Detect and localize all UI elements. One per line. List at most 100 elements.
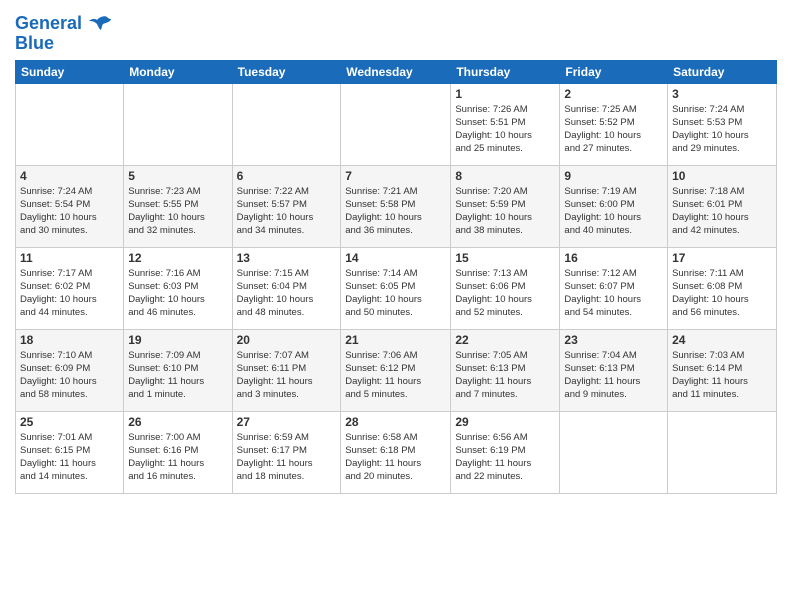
calendar-cell: 9Sunrise: 7:19 AM Sunset: 6:00 PM Daylig… bbox=[560, 165, 668, 247]
calendar-week-row: 11Sunrise: 7:17 AM Sunset: 6:02 PM Dayli… bbox=[16, 247, 777, 329]
day-number: 24 bbox=[672, 333, 772, 347]
logo: General Blue bbox=[15, 14, 111, 54]
calendar-cell: 2 Sunrise: 7:25 AM Sunset: 5:52 PM Daylig… bbox=[560, 83, 668, 165]
calendar-cell bbox=[341, 83, 451, 165]
day-number: 5 bbox=[128, 169, 227, 183]
calendar-cell bbox=[668, 411, 777, 493]
calendar-cell bbox=[560, 411, 668, 493]
day-info: Sunrise: 7:14 AM Sunset: 6:05 PM Dayligh… bbox=[345, 267, 446, 320]
day-info: Sunrise: 7:24 AM Sunset: 5:54 PM Dayligh… bbox=[20, 185, 119, 238]
day-number: 19 bbox=[128, 333, 227, 347]
day-info: Sunrise: 7:25 AM Sunset: 5:52 PM Dayligh… bbox=[564, 103, 663, 156]
calendar-week-row: 25 Sunrise: 7:01 AM Sunset: 6:15 PM Dayli… bbox=[16, 411, 777, 493]
weekday-header: Tuesday bbox=[232, 60, 341, 83]
day-number: 4 bbox=[20, 169, 119, 183]
calendar-week-row: 1 Sunrise: 7:26 AM Sunset: 5:51 PM Daylig… bbox=[16, 83, 777, 165]
calendar-cell: 20 Sunrise: 7:07 AM Sunset: 6:11 PM Dayli… bbox=[232, 329, 341, 411]
weekday-header: Friday bbox=[560, 60, 668, 83]
day-number: 17 bbox=[672, 251, 772, 265]
calendar-cell: 24Sunrise: 7:03 AM Sunset: 6:14 PM Dayli… bbox=[668, 329, 777, 411]
day-info: Sunrise: 7:10 AM Sunset: 6:09 PM Dayligh… bbox=[20, 349, 119, 402]
day-info: Sunrise: 7:01 AM Sunset: 6:15 PM Dayligh… bbox=[20, 431, 119, 484]
calendar-cell: 21 Sunrise: 7:06 AM Sunset: 6:12 PM Dayli… bbox=[341, 329, 451, 411]
calendar-cell: 23 Sunrise: 7:04 AM Sunset: 6:13 PM Dayli… bbox=[560, 329, 668, 411]
day-number: 10 bbox=[672, 169, 772, 183]
calendar-cell: 8 Sunrise: 7:20 AM Sunset: 5:59 PM Daylig… bbox=[451, 165, 560, 247]
calendar-cell: 28Sunrise: 6:58 AM Sunset: 6:18 PM Dayli… bbox=[341, 411, 451, 493]
day-info: Sunrise: 7:00 AM Sunset: 6:16 PM Dayligh… bbox=[128, 431, 227, 484]
header: General Blue bbox=[15, 10, 777, 54]
day-info: Sunrise: 7:09 AM Sunset: 6:10 PM Dayligh… bbox=[128, 349, 227, 402]
weekday-header: Saturday bbox=[668, 60, 777, 83]
calendar-week-row: 18 Sunrise: 7:10 AM Sunset: 6:09 PM Dayli… bbox=[16, 329, 777, 411]
calendar-cell: 25 Sunrise: 7:01 AM Sunset: 6:15 PM Dayli… bbox=[16, 411, 124, 493]
day-number: 2 bbox=[564, 87, 663, 101]
day-number: 25 bbox=[20, 415, 119, 429]
calendar-week-row: 4 Sunrise: 7:24 AM Sunset: 5:54 PM Daylig… bbox=[16, 165, 777, 247]
calendar-cell: 7 Sunrise: 7:21 AM Sunset: 5:58 PM Daylig… bbox=[341, 165, 451, 247]
calendar-cell: 14Sunrise: 7:14 AM Sunset: 6:05 PM Dayli… bbox=[341, 247, 451, 329]
day-info: Sunrise: 7:18 AM Sunset: 6:01 PM Dayligh… bbox=[672, 185, 772, 238]
page-container: General Blue SundayMondayTuesdayWednesda… bbox=[0, 0, 792, 612]
weekday-header: Monday bbox=[124, 60, 232, 83]
day-number: 21 bbox=[345, 333, 446, 347]
day-number: 13 bbox=[237, 251, 337, 265]
day-info: Sunrise: 7:26 AM Sunset: 5:51 PM Dayligh… bbox=[455, 103, 555, 156]
day-number: 7 bbox=[345, 169, 446, 183]
day-info: Sunrise: 7:12 AM Sunset: 6:07 PM Dayligh… bbox=[564, 267, 663, 320]
calendar-cell: 6 Sunrise: 7:22 AM Sunset: 5:57 PM Daylig… bbox=[232, 165, 341, 247]
day-info: Sunrise: 7:11 AM Sunset: 6:08 PM Dayligh… bbox=[672, 267, 772, 320]
day-number: 16 bbox=[564, 251, 663, 265]
day-info: Sunrise: 7:21 AM Sunset: 5:58 PM Dayligh… bbox=[345, 185, 446, 238]
calendar-cell: 10 Sunrise: 7:18 AM Sunset: 6:01 PM Dayli… bbox=[668, 165, 777, 247]
day-info: Sunrise: 7:22 AM Sunset: 5:57 PM Dayligh… bbox=[237, 185, 337, 238]
day-info: Sunrise: 7:07 AM Sunset: 6:11 PM Dayligh… bbox=[237, 349, 337, 402]
calendar-cell: 29Sunrise: 6:56 AM Sunset: 6:19 PM Dayli… bbox=[451, 411, 560, 493]
calendar-cell: 11Sunrise: 7:17 AM Sunset: 6:02 PM Dayli… bbox=[16, 247, 124, 329]
day-number: 6 bbox=[237, 169, 337, 183]
day-info: Sunrise: 7:19 AM Sunset: 6:00 PM Dayligh… bbox=[564, 185, 663, 238]
day-number: 27 bbox=[237, 415, 337, 429]
weekday-header: Sunday bbox=[16, 60, 124, 83]
day-info: Sunrise: 7:15 AM Sunset: 6:04 PM Dayligh… bbox=[237, 267, 337, 320]
day-number: 12 bbox=[128, 251, 227, 265]
calendar-cell: 26 Sunrise: 7:00 AM Sunset: 6:16 PM Dayli… bbox=[124, 411, 232, 493]
day-info: Sunrise: 7:17 AM Sunset: 6:02 PM Dayligh… bbox=[20, 267, 119, 320]
day-info: Sunrise: 6:59 AM Sunset: 6:17 PM Dayligh… bbox=[237, 431, 337, 484]
logo-bird-icon bbox=[89, 15, 111, 33]
calendar-cell bbox=[232, 83, 341, 165]
day-number: 1 bbox=[455, 87, 555, 101]
day-info: Sunrise: 7:04 AM Sunset: 6:13 PM Dayligh… bbox=[564, 349, 663, 402]
calendar-cell: 12Sunrise: 7:16 AM Sunset: 6:03 PM Dayli… bbox=[124, 247, 232, 329]
calendar-cell: 5 Sunrise: 7:23 AM Sunset: 5:55 PM Daylig… bbox=[124, 165, 232, 247]
day-info: Sunrise: 7:20 AM Sunset: 5:59 PM Dayligh… bbox=[455, 185, 555, 238]
day-number: 29 bbox=[455, 415, 555, 429]
calendar-cell: 19 Sunrise: 7:09 AM Sunset: 6:10 PM Dayli… bbox=[124, 329, 232, 411]
day-number: 8 bbox=[455, 169, 555, 183]
weekday-header: Wednesday bbox=[341, 60, 451, 83]
calendar-cell: 1 Sunrise: 7:26 AM Sunset: 5:51 PM Daylig… bbox=[451, 83, 560, 165]
logo-blue: Blue bbox=[15, 34, 111, 54]
day-number: 26 bbox=[128, 415, 227, 429]
day-info: Sunrise: 7:23 AM Sunset: 5:55 PM Dayligh… bbox=[128, 185, 227, 238]
day-number: 18 bbox=[20, 333, 119, 347]
calendar-cell: 16 Sunrise: 7:12 AM Sunset: 6:07 PM Dayli… bbox=[560, 247, 668, 329]
calendar-cell: 3Sunrise: 7:24 AM Sunset: 5:53 PM Daylig… bbox=[668, 83, 777, 165]
calendar-cell bbox=[16, 83, 124, 165]
calendar-cell: 15Sunrise: 7:13 AM Sunset: 6:06 PM Dayli… bbox=[451, 247, 560, 329]
calendar-cell: 18 Sunrise: 7:10 AM Sunset: 6:09 PM Dayli… bbox=[16, 329, 124, 411]
calendar-header-row: SundayMondayTuesdayWednesdayThursdayFrid… bbox=[16, 60, 777, 83]
day-number: 22 bbox=[455, 333, 555, 347]
day-info: Sunrise: 7:24 AM Sunset: 5:53 PM Dayligh… bbox=[672, 103, 772, 156]
calendar-cell: 17 Sunrise: 7:11 AM Sunset: 6:08 PM Dayli… bbox=[668, 247, 777, 329]
day-info: Sunrise: 7:06 AM Sunset: 6:12 PM Dayligh… bbox=[345, 349, 446, 402]
calendar-cell: 22Sunrise: 7:05 AM Sunset: 6:13 PM Dayli… bbox=[451, 329, 560, 411]
weekday-header: Thursday bbox=[451, 60, 560, 83]
calendar-cell bbox=[124, 83, 232, 165]
day-number: 23 bbox=[564, 333, 663, 347]
logo-general: General bbox=[15, 13, 82, 33]
day-number: 20 bbox=[237, 333, 337, 347]
day-number: 28 bbox=[345, 415, 446, 429]
calendar-cell: 4 Sunrise: 7:24 AM Sunset: 5:54 PM Daylig… bbox=[16, 165, 124, 247]
day-info: Sunrise: 7:13 AM Sunset: 6:06 PM Dayligh… bbox=[455, 267, 555, 320]
